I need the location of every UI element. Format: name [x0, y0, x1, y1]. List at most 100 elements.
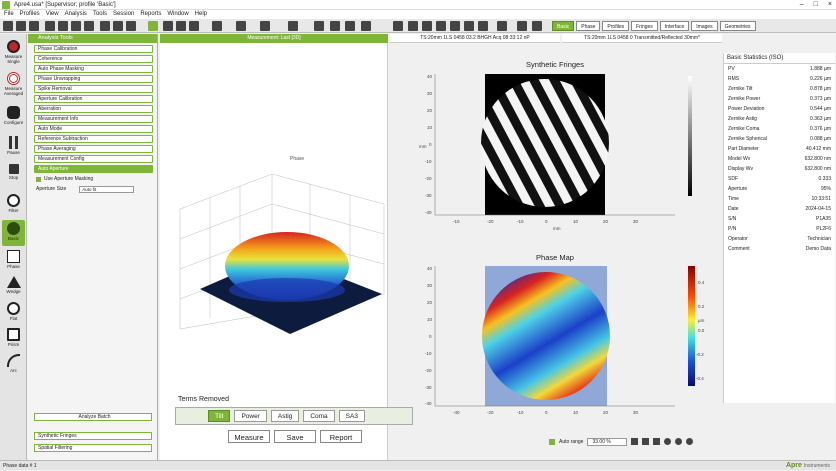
open-icon[interactable]	[16, 21, 26, 31]
chart-icon[interactable]	[450, 21, 460, 31]
panel-item[interactable]: Auto Mode	[34, 125, 153, 133]
tab-basic[interactable]: Basic	[552, 21, 575, 31]
menu-window[interactable]: Window	[167, 10, 188, 19]
measure-single-button[interactable]: Measure Single	[2, 40, 25, 64]
close-button[interactable]: ×	[828, 0, 832, 10]
menu-file[interactable]: File	[4, 10, 14, 19]
zoom-icon[interactable]	[664, 438, 672, 445]
minimize-button[interactable]: –	[800, 0, 804, 10]
open-folder-icon[interactable]	[58, 21, 68, 31]
export-icon[interactable]	[113, 21, 123, 31]
basic-button[interactable]: Basic	[2, 220, 25, 246]
menu-analysis[interactable]: Analysis	[65, 10, 87, 19]
analyze-batch-button[interactable]: Analyze Batch	[34, 413, 152, 421]
tab-profiles[interactable]: Profiles	[602, 21, 630, 31]
grid-icon[interactable]	[436, 21, 446, 31]
tab-images[interactable]: Images	[691, 21, 718, 31]
new-file-icon[interactable]	[3, 21, 13, 31]
menu-view[interactable]: View	[46, 10, 59, 19]
data-icon[interactable]	[408, 21, 418, 31]
panel-item[interactable]: Phase Calibration	[34, 45, 153, 53]
plot-3d-tab[interactable]: Measurement: Last [3D]	[160, 34, 388, 43]
scale-icon[interactable]	[288, 21, 298, 31]
spatial-filtering-item[interactable]: Spatial Filtering	[34, 444, 152, 452]
term-power-button[interactable]: Power	[234, 410, 267, 422]
panel-item[interactable]: Phase Unwrapping	[34, 75, 153, 83]
layers-icon[interactable]	[464, 21, 474, 31]
aperture-masking-checkbox[interactable]	[36, 176, 41, 182]
zoom-out-icon[interactable]	[686, 438, 694, 445]
panel-item[interactable]: Measurement Info	[34, 115, 153, 123]
flip-icon[interactable]	[361, 21, 371, 31]
prism-button[interactable]: Prism	[2, 328, 25, 347]
wrench-icon[interactable]	[642, 438, 650, 445]
tab-interface[interactable]: Interface	[659, 21, 690, 31]
save-as-icon[interactable]	[84, 21, 94, 31]
menu-help[interactable]: Help	[195, 10, 207, 19]
panel-item[interactable]: Auto Phase Masking	[34, 65, 153, 73]
measure-button[interactable]: Measure	[228, 430, 270, 443]
menu-reports[interactable]: Reports	[140, 10, 161, 19]
panel-item[interactable]: Phase Averaging	[34, 145, 153, 153]
panel-item-selected[interactable]: Auto Aperture	[34, 165, 153, 173]
settings-icon[interactable]	[631, 438, 639, 445]
panel-item[interactable]: Aberration	[34, 105, 153, 113]
surface-3d-plot[interactable]: Phase	[160, 44, 388, 404]
maximize-button[interactable]: □	[814, 0, 818, 10]
synthetic-fringes-item[interactable]: Synthetic Fringes	[34, 432, 152, 440]
video-icon[interactable]	[176, 21, 186, 31]
phase-map-plot[interactable]: 0.4 0.2 0.0 -0.2 -0.4 µm 40 30 20 10 0 -…	[405, 262, 705, 432]
menu-session[interactable]: Session	[113, 10, 134, 19]
menu-tools[interactable]: Tools	[93, 10, 107, 19]
mask-icon[interactable]	[478, 21, 488, 31]
report-icon[interactable]	[393, 21, 403, 31]
save-button[interactable]: Save	[274, 430, 316, 443]
aperture-size-field[interactable]: Auto fit	[79, 185, 135, 193]
menu-profiles[interactable]: Profiles	[20, 10, 40, 19]
range-field[interactable]: 33.00 %	[587, 437, 628, 446]
tab-geometries[interactable]: Geometries	[719, 21, 756, 31]
tab-fringes[interactable]: Fringes	[631, 21, 658, 31]
camera-icon[interactable]	[163, 21, 173, 31]
flat-button[interactable]: Flat	[2, 302, 25, 321]
report-button[interactable]: Report	[320, 430, 362, 443]
stop-button[interactable]: Stop	[2, 164, 25, 180]
panel-item[interactable]: Spike Removal	[34, 85, 153, 93]
panel-item[interactable]: Coherence	[34, 55, 153, 63]
chart-export-icon[interactable]	[532, 21, 542, 31]
zoom-in-icon[interactable]	[675, 438, 683, 445]
panel-item[interactable]: Measurement Config	[34, 155, 153, 163]
image-icon[interactable]	[517, 21, 527, 31]
zoom-in-icon[interactable]	[314, 21, 324, 31]
capture-icon[interactable]	[148, 21, 158, 31]
table-icon[interactable]	[422, 21, 432, 31]
term-sa3-button[interactable]: SA3	[338, 410, 365, 422]
arc-button[interactable]: Arc	[2, 354, 25, 373]
term-coma-button[interactable]: Coma	[303, 410, 335, 422]
flag-icon[interactable]	[189, 21, 199, 31]
align-icon[interactable]	[212, 21, 222, 31]
tab-phase[interactable]: Phase	[576, 21, 601, 31]
info-icon[interactable]	[29, 21, 39, 31]
wedge-button[interactable]: Wedge	[2, 276, 25, 294]
piston-icon[interactable]	[260, 21, 270, 31]
auto-range-checkbox[interactable]	[549, 438, 555, 445]
zoom-out-icon[interactable]	[330, 21, 340, 31]
folder-icon[interactable]	[45, 21, 55, 31]
crop-icon[interactable]	[653, 438, 661, 445]
save-icon[interactable]	[71, 21, 81, 31]
panel-item[interactable]: Aperture Calibration	[34, 95, 153, 103]
filter-button[interactable]: Filter	[2, 194, 25, 213]
term-astig-button[interactable]: Astig	[270, 410, 300, 422]
configure-button[interactable]: Configure	[2, 106, 25, 125]
term-tilt-button[interactable]: Tilt	[208, 410, 231, 422]
phase-button[interactable]: Phase	[2, 250, 25, 269]
gear-icon[interactable]	[497, 21, 507, 31]
pause-button[interactable]: Pause	[2, 136, 25, 155]
measure-averaged-button[interactable]: Measure Averaged	[2, 72, 25, 96]
panel-item[interactable]: Reference Subtraction	[34, 135, 153, 143]
aperture-masking-option[interactable]: Use Aperture Masking	[36, 175, 153, 183]
copy-icon[interactable]	[100, 21, 110, 31]
fit-icon[interactable]	[345, 21, 355, 31]
synthetic-fringes-plot[interactable]: 40 30 20 10 0 -10 -20 -30 -40 mm -10 -20…	[405, 58, 705, 238]
